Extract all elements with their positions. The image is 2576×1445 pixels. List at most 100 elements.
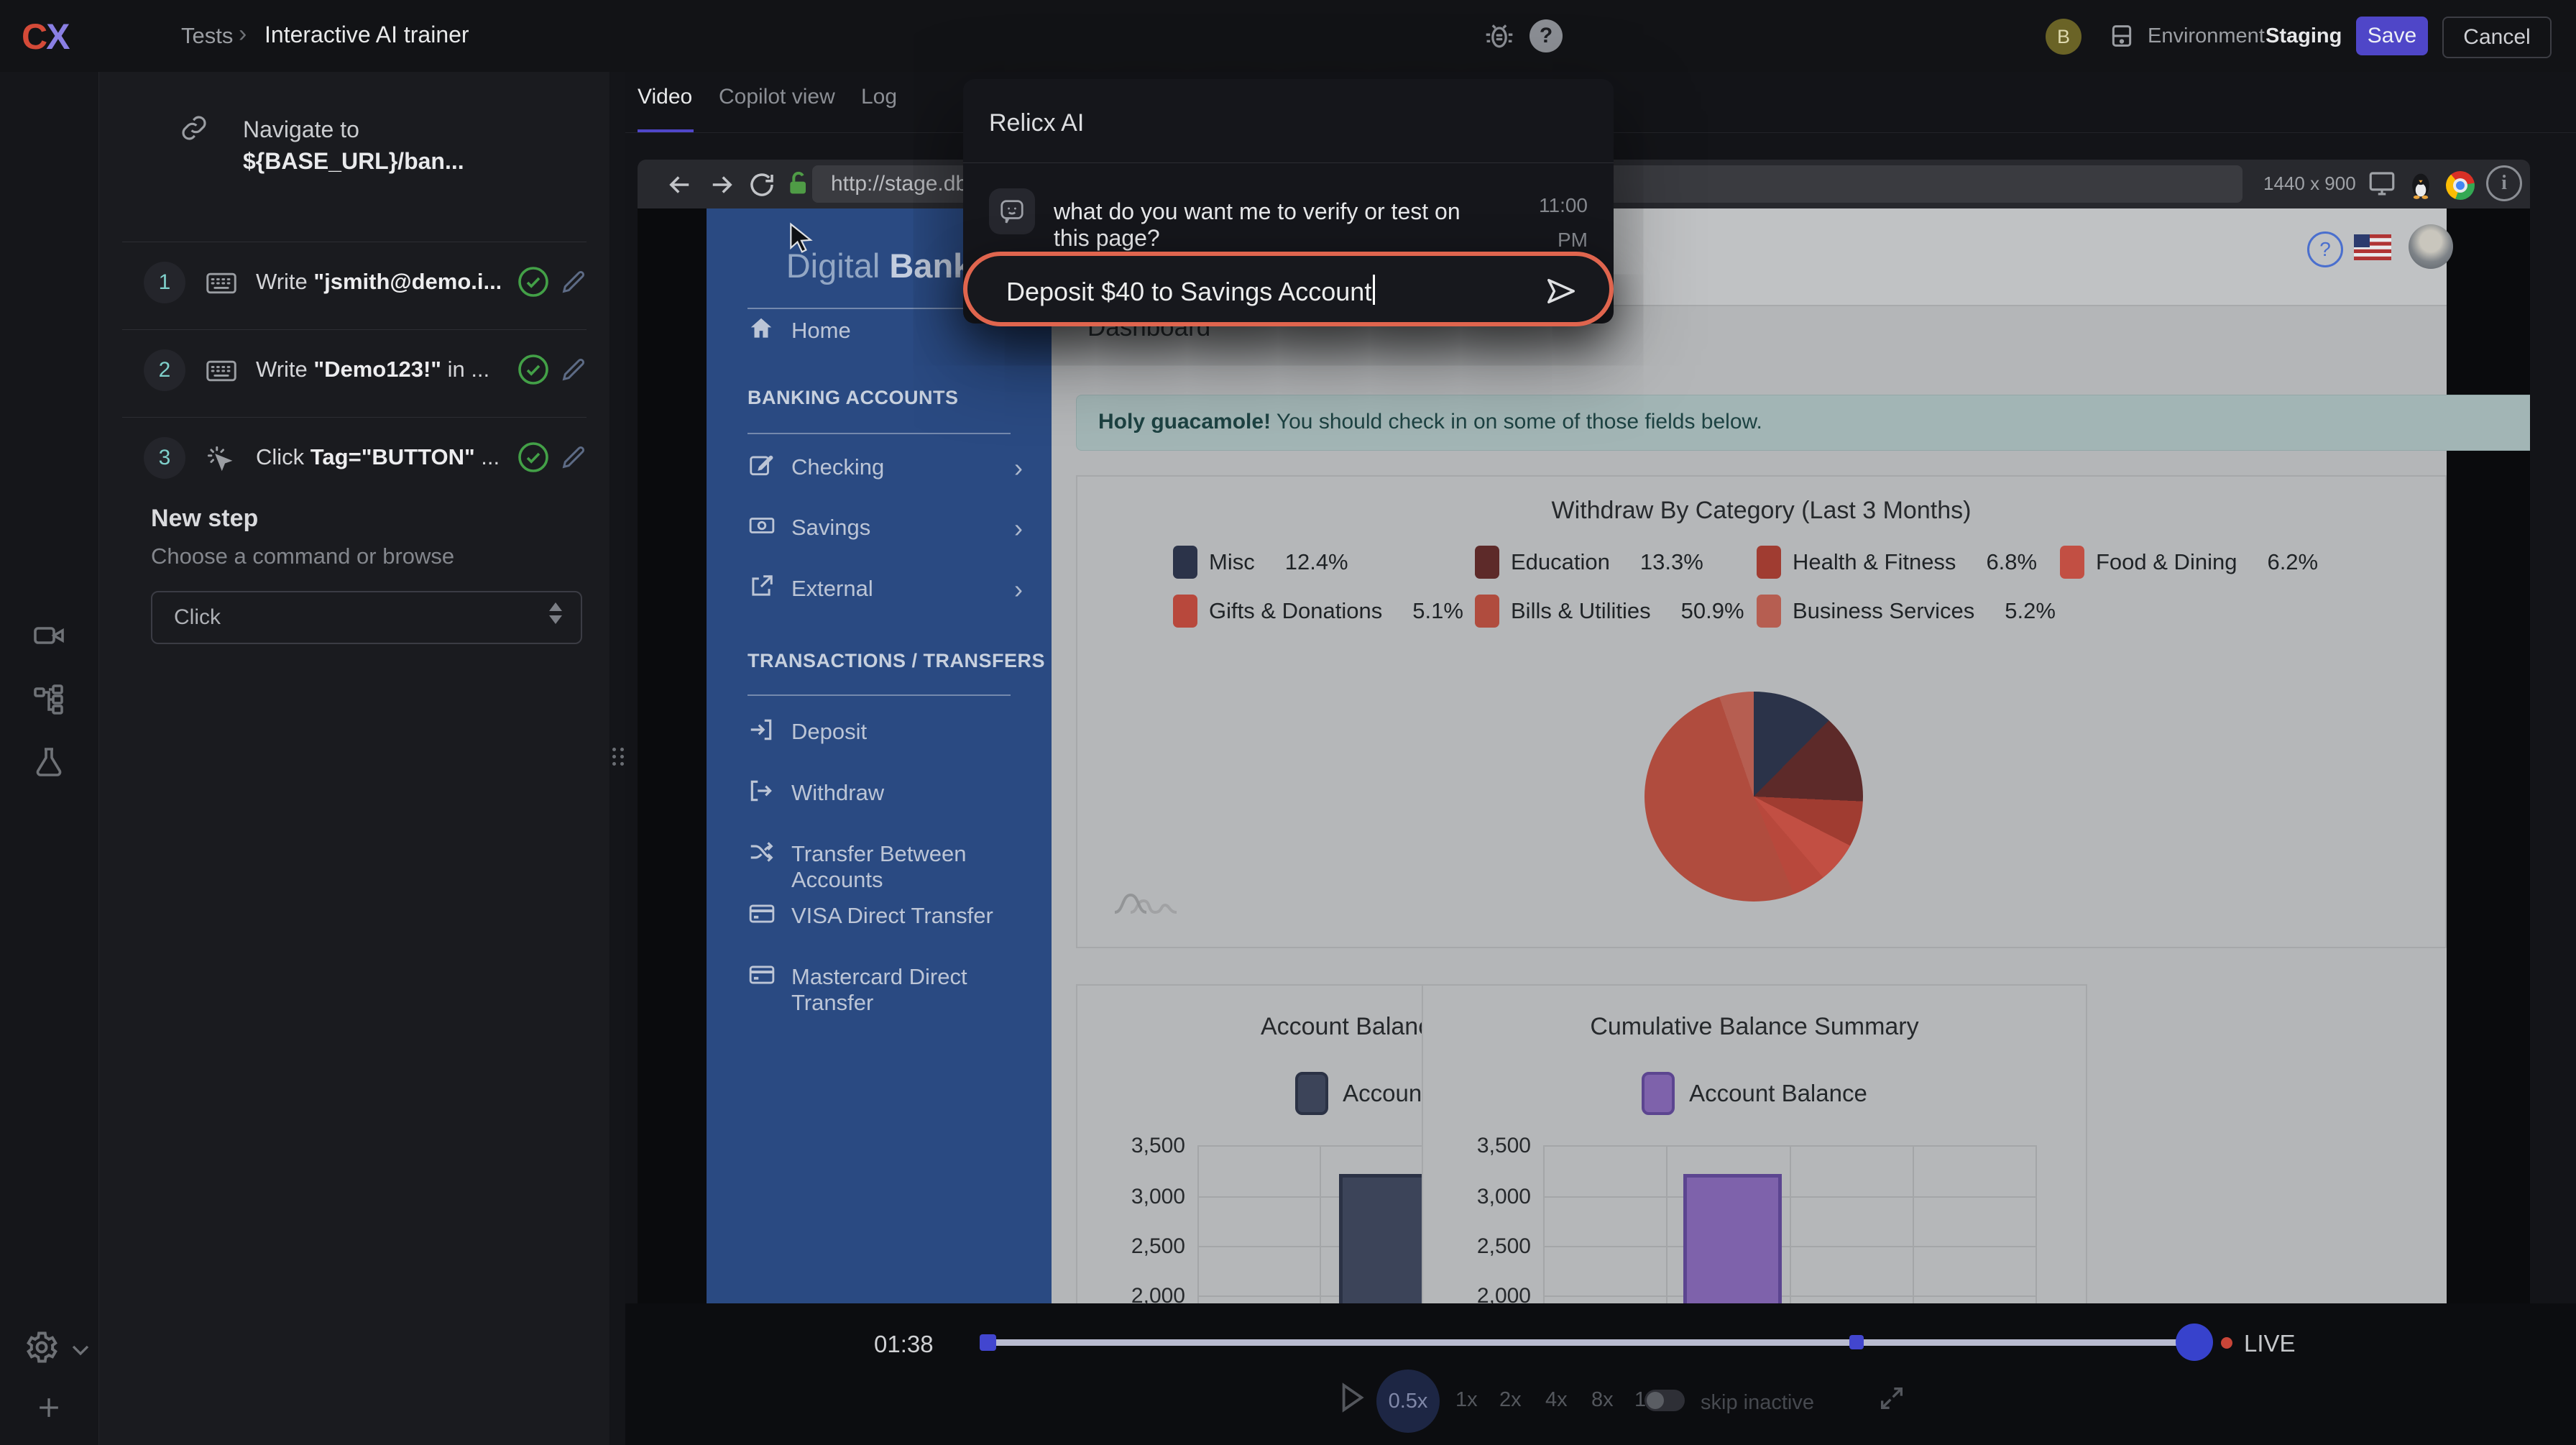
skip-inactive-toggle[interactable] xyxy=(1644,1390,1685,1411)
legend-item: Education 13.3% xyxy=(1475,546,1703,579)
forward-icon[interactable] xyxy=(707,170,737,203)
ai-prompt-input[interactable]: Deposit $40 to Savings Account xyxy=(963,252,1614,326)
text-caret xyxy=(1373,275,1375,305)
step-success-icon[interactable] xyxy=(516,440,551,478)
panel-resize-handle[interactable] xyxy=(610,72,625,1445)
url-text: http://stage.dba xyxy=(831,172,980,196)
playback-track[interactable] xyxy=(981,1339,2210,1346)
bar-cumulative-balance xyxy=(1683,1174,1782,1303)
gridline xyxy=(1543,1145,1545,1303)
step-navigate[interactable]: Navigate to ${BASE_URL}/ban... xyxy=(99,86,610,223)
add-icon[interactable] xyxy=(33,1392,65,1427)
speed-0.5x[interactable]: 0.5x xyxy=(1376,1370,1440,1433)
sidebar-item-transfer[interactable]: Transfer Between Accounts xyxy=(707,834,1052,877)
sidebar-item-withdraw[interactable]: Withdraw xyxy=(707,773,1052,816)
drag-dots-icon xyxy=(612,748,625,766)
bar-chart-title: Cumulative Balance Summary xyxy=(1423,1013,2086,1041)
step-row-1[interactable]: 1 Write "jsmith@demo.i... xyxy=(99,260,610,347)
info-glyph: i xyxy=(2501,172,2507,195)
breadcrumb-tests[interactable]: Tests xyxy=(181,23,233,49)
step-edit-icon[interactable] xyxy=(559,267,588,300)
bug-icon[interactable] xyxy=(1479,16,1519,56)
cursor-click-icon xyxy=(206,444,236,478)
sidebar-item-deposit[interactable]: Deposit xyxy=(707,712,1052,755)
speed-1x[interactable]: 1x xyxy=(1455,1388,1478,1412)
logo-letter-c: C xyxy=(22,17,46,57)
playhead-handle[interactable] xyxy=(2176,1324,2213,1361)
step-edit-icon[interactable] xyxy=(559,443,588,475)
step-success-icon[interactable] xyxy=(516,352,551,390)
live-dot xyxy=(2221,1337,2232,1349)
step-edit-icon[interactable] xyxy=(559,355,588,387)
sidebar-section-banking: BANKING ACCOUNTS xyxy=(748,387,959,409)
tab-copilot-view[interactable]: Copilot view xyxy=(719,85,835,109)
navigate-target: ${BASE_URL}/ban... xyxy=(243,148,464,174)
speed-8x[interactable]: 8x xyxy=(1591,1388,1614,1412)
monitor-icon[interactable] xyxy=(2367,168,2397,202)
app-help-icon[interactable]: ? xyxy=(2307,231,2343,267)
sidebar-item-label: Savings xyxy=(791,515,870,541)
step-number: 3 xyxy=(144,437,185,479)
legend-item: Business Services 5.2% xyxy=(1757,595,2056,628)
chevron-right-icon: › xyxy=(1014,574,1023,605)
gridline xyxy=(1320,1145,1321,1303)
credit-card-icon xyxy=(748,961,776,992)
legend-swatch xyxy=(1757,546,1781,579)
tab-log[interactable]: Log xyxy=(861,85,897,109)
divider xyxy=(748,694,1011,696)
chevron-down-icon[interactable] xyxy=(66,1336,95,1368)
fullscreen-icon[interactable] xyxy=(1877,1384,1906,1418)
credit-card-icon xyxy=(748,900,776,931)
test-steps-panel: Navigate to ${BASE_URL}/ban... 1 Write "… xyxy=(99,72,610,1445)
save-button[interactable]: Save xyxy=(2356,17,2428,55)
environment-value[interactable]: Staging xyxy=(2266,24,2342,48)
chevron-right-icon: › xyxy=(1014,513,1023,543)
sidebar-item-label: Home xyxy=(791,318,851,344)
linux-penguin-icon[interactable] xyxy=(2407,171,2434,203)
command-select[interactable]: Click xyxy=(151,591,582,644)
legend-swatch xyxy=(1295,1072,1328,1115)
flask-icon[interactable] xyxy=(32,745,66,783)
video-replay-viewport[interactable]: Digital Bank Home BANKING ACCOUNTS Check… xyxy=(638,208,2530,1303)
divider xyxy=(122,417,586,418)
track-mid-marker[interactable] xyxy=(1849,1335,1864,1349)
flow-tree-icon[interactable] xyxy=(32,682,66,720)
step-row-2[interactable]: 2 Write "Demo123!" in ... xyxy=(99,348,610,434)
reload-icon[interactable] xyxy=(747,170,777,203)
link-icon xyxy=(180,114,208,146)
play-icon[interactable] xyxy=(1338,1382,1366,1418)
sidebar-item-checking[interactable]: Checking › xyxy=(707,447,1052,490)
step-label: Click Tag="BUTTON" ... xyxy=(256,444,500,470)
gridline xyxy=(1913,1145,1914,1303)
settings-gear-icon[interactable] xyxy=(23,1329,60,1370)
cancel-button[interactable]: Cancel xyxy=(2442,17,2552,58)
step-success-icon[interactable] xyxy=(516,265,551,303)
info-icon[interactable]: i xyxy=(2486,165,2522,201)
keyboard-icon xyxy=(206,269,237,301)
sidebar-item-savings[interactable]: Savings › xyxy=(707,508,1052,551)
step-label: Write "jsmith@demo.i... xyxy=(256,269,500,295)
sidebar-section-transactions: TRANSACTIONS / TRANSFERS xyxy=(748,650,1045,672)
sidebar-item-mastercard-transfer[interactable]: Mastercard Direct Transfer xyxy=(707,957,1052,1000)
user-avatar[interactable]: B xyxy=(2046,19,2082,55)
keyboard-icon xyxy=(206,357,237,389)
cx-logo[interactable]: CX xyxy=(22,16,68,58)
ai-message-time: 11:00 PM xyxy=(1501,188,1588,257)
track-start-marker[interactable] xyxy=(980,1334,996,1351)
sidebar-item-visa-transfer[interactable]: VISA Direct Transfer xyxy=(707,896,1052,939)
speed-2x[interactable]: 2x xyxy=(1499,1388,1522,1412)
breadcrumb-separator-icon: › xyxy=(239,20,247,48)
chrome-browser-icon[interactable] xyxy=(2446,171,2475,200)
help-icon[interactable]: ? xyxy=(1530,19,1563,52)
app-user-avatar[interactable] xyxy=(2409,224,2453,269)
back-icon[interactable] xyxy=(665,170,695,203)
video-camera-icon[interactable] xyxy=(32,618,66,656)
speed-4x[interactable]: 4x xyxy=(1545,1388,1568,1412)
send-icon[interactable] xyxy=(1545,275,1578,311)
gridline xyxy=(2036,1145,2037,1303)
legend-swatch xyxy=(1757,595,1781,628)
sidebar-item-external[interactable]: External › xyxy=(707,569,1052,612)
divider xyxy=(963,162,1614,163)
tab-video[interactable]: Video xyxy=(638,85,692,109)
us-flag-icon[interactable] xyxy=(2354,234,2391,264)
